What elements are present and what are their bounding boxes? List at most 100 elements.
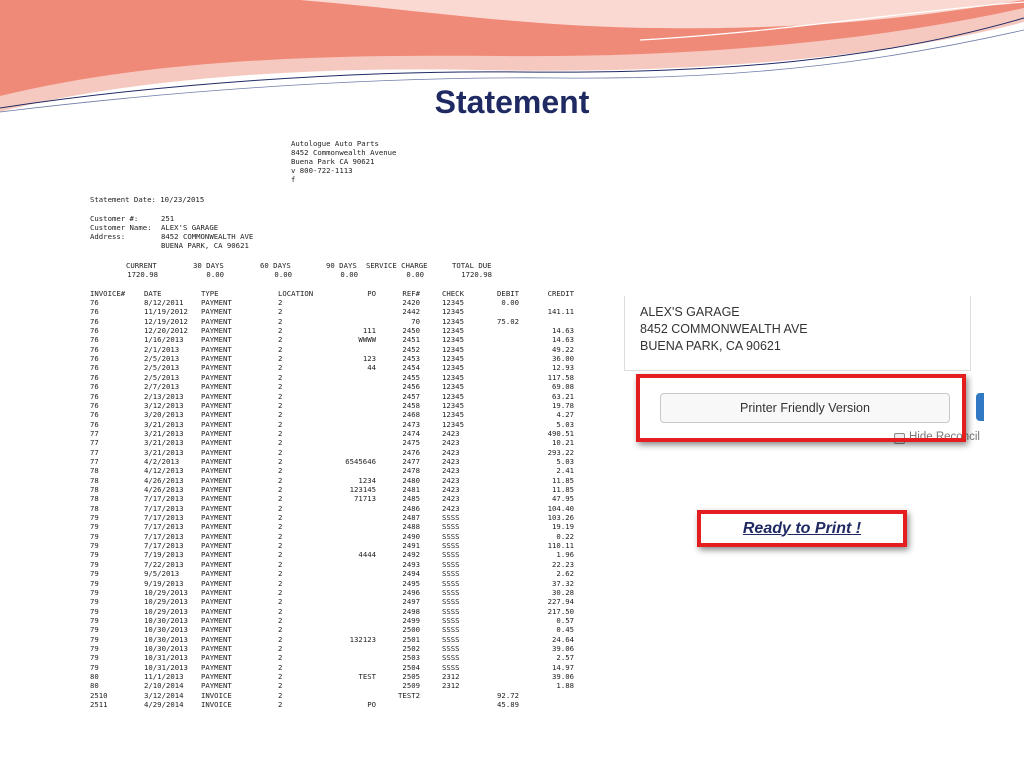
cell-type: PAYMENT [201,625,232,635]
table-row: 79 7/17/2013 PAYMENT 2 2490 SSSS 0.22 [88,532,588,541]
primary-action-button[interactable] [976,393,984,421]
cell-date: 3/12/2014 [144,690,184,700]
cell-ref: 2420 [402,298,420,307]
cell-date: 7/22/2013 [144,559,184,569]
cell-credit: 19.78 [552,400,574,410]
cell-date: 2/7/2013 [144,382,180,392]
cell-date: 2/5/2013 [144,354,180,364]
cell-credit: 47.95 [552,494,574,504]
aging-header-current: CURRENT [126,261,157,270]
table-row: 79 9/5/2013 PAYMENT 2 2494 SSSS 2.62 [88,569,588,578]
table-row: 80 11/1/2013 PAYMENT 2 TEST 2505 2312 39.06 [88,672,588,681]
cell-type: PAYMENT [201,335,232,345]
cell-ref: 2486 [402,503,420,513]
cell-type: PAYMENT [201,513,232,523]
cell-date: 11/19/2012 [144,307,188,317]
cell-invoice: 76 [90,344,99,354]
cell-ref: 2480 [402,475,420,485]
cell-location: 2 [278,606,283,616]
table-row: 79 7/17/2013 PAYMENT 2 2487 SSSS 103.26 [88,513,588,522]
table-row: 76 2/5/2013 PAYMENT 2 2455 12345 117.58 [88,373,588,382]
cell-type: PAYMENT [201,606,232,616]
cell-ref: 2456 [402,382,420,392]
cell-date: 12/19/2012 [144,316,188,326]
cell-check: SSSS [442,643,460,653]
company-name: Autologue Auto Parts [291,139,379,148]
cell-type: PAYMENT [201,316,232,326]
cell-check: 2423 [442,503,460,513]
cell-location: 2 [278,550,283,560]
cell-type: PAYMENT [201,354,232,364]
cell-ref: 2509 [402,681,420,691]
table-row: 76 2/7/2013 PAYMENT 2 2456 12345 69.08 [88,382,588,391]
table-row: 77 4/2/2013 PAYMENT 2 6545646 2477 2423 5.03 [88,457,588,466]
table-row: 79 10/30/2013 PAYMENT 2 2500 SSSS 0.45 [88,625,588,634]
cell-ref: TEST2 [398,690,420,700]
cell-ref: 2457 [402,391,420,401]
cell-type: PAYMENT [201,372,232,382]
cell-ref: 2487 [402,513,420,523]
aging-header-60: 60 DAYS [260,261,291,270]
cell-ref: 2504 [402,662,420,672]
cell-location: 2 [278,634,283,644]
cell-check: SSSS [442,606,460,616]
table-row: 77 3/21/2013 PAYMENT 2 2474 2423 490.51 [88,429,588,438]
table-row: 76 3/20/2013 PAYMENT 2 2468 12345 4.27 [88,410,588,419]
ready-to-print-callout: Ready to Print ! [697,510,907,547]
cell-invoice: 79 [90,587,99,597]
cell-check: SSSS [442,597,460,607]
cell-check: SSSS [442,569,460,579]
cell-location: 2 [278,372,283,382]
aging-header-total: TOTAL DUE [452,261,492,270]
cell-invoice: 79 [90,541,99,551]
cell-type: PAYMENT [201,400,232,410]
table-row: 79 10/29/2013 PAYMENT 2 2498 SSSS 217.50 [88,607,588,616]
cell-credit: 4.27 [556,410,574,420]
cell-invoice: 78 [90,466,99,476]
cell-invoice: 80 [90,672,99,681]
cell-type: PAYMENT [201,578,232,588]
cell-date: 8/12/2011 [144,298,184,307]
customer-number: 251 [161,214,175,223]
cell-location: 2 [278,419,283,429]
cell-ref: 2481 [402,485,420,494]
table-row: 79 7/22/2013 PAYMENT 2 2493 SSSS 22.23 [88,560,588,569]
panel-customer-name: ALEX'S GARAGE [640,305,740,319]
table-row: 78 7/17/2013 PAYMENT 2 2486 2423 104.40 [88,504,588,513]
cell-date: 3/20/2013 [144,410,184,420]
address-line-1: 8452 COMMONWEALTH AVE [161,232,254,241]
cell-location: 2 [278,335,283,345]
cell-debit: 45.89 [497,700,519,708]
cell-credit: 293.22 [547,447,574,457]
table-row: 79 10/31/2013 PAYMENT 2 2503 SSSS 2.57 [88,653,588,662]
cell-check: SSSS [442,625,460,635]
table-row: 77 3/21/2013 PAYMENT 2 2475 2423 10.21 [88,438,588,447]
cell-check: 2423 [442,447,460,457]
cell-invoice: 76 [90,354,99,364]
cell-check: SSSS [442,662,460,672]
cell-location: 2 [278,672,283,681]
cell-type: PAYMENT [201,494,232,504]
cell-po: 4444 [358,550,376,560]
aging-value-60: 0.00 [274,270,292,279]
cell-po: 6545646 [345,456,376,466]
cell-ref: 2499 [402,615,420,625]
cell-invoice: 77 [90,438,99,448]
cell-type: PAYMENT [201,344,232,354]
cell-invoice: 79 [90,634,99,644]
table-row: 78 4/26/2013 PAYMENT 2 1234 2480 2423 11.85 [88,476,588,485]
cell-po: 111 [362,326,376,336]
cell-invoice: 76 [90,307,99,317]
cell-date: 4/12/2013 [144,466,184,476]
cell-date: 10/29/2013 [144,606,188,616]
cell-location: 2 [278,456,283,466]
cell-type: PAYMENT [201,419,232,429]
table-row: 79 10/30/2013 PAYMENT 2 2499 SSSS 0.57 [88,616,588,625]
cell-credit: 110.11 [547,541,574,551]
customer-number-label: Customer #: [90,214,139,223]
cell-invoice: 79 [90,559,99,569]
table-row: 2511 4/29/2014 INVOICE 2 PO 45.89 [88,700,588,708]
cell-location: 2 [278,382,283,392]
cell-credit: 22.23 [552,559,574,569]
cell-check: 12345 [442,419,464,429]
